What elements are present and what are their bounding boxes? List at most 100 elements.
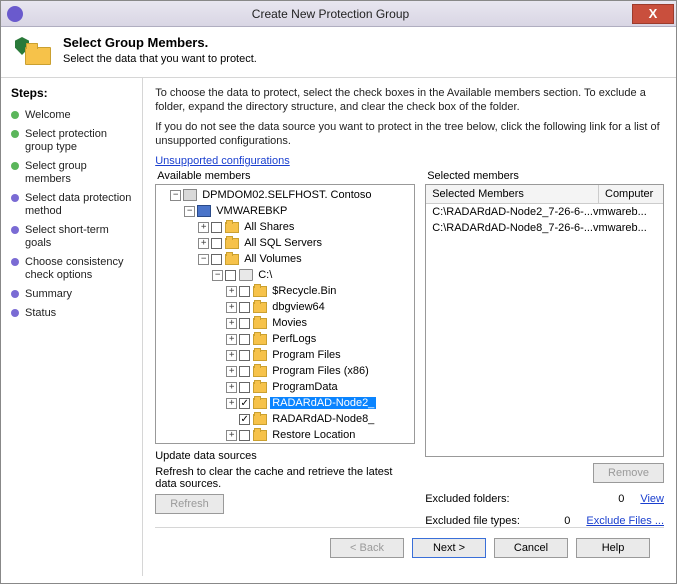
exclude-files-link[interactable]: Exclude Files ... bbox=[586, 515, 664, 527]
available-members-tree[interactable]: −DPMDOM02.SELFHOST. Contoso −VMWAREBKP +… bbox=[155, 184, 415, 444]
bullet-icon bbox=[11, 226, 19, 234]
tree-all-volumes[interactable]: −All Volumes bbox=[156, 251, 415, 267]
tree-folder-restore[interactable]: +Restore Location bbox=[156, 427, 415, 443]
expand-icon[interactable]: + bbox=[226, 286, 237, 297]
folder-icon bbox=[253, 350, 267, 361]
folder-icon bbox=[225, 222, 239, 233]
checkbox[interactable] bbox=[239, 430, 250, 441]
col-members[interactable]: Selected Members bbox=[426, 185, 599, 203]
steps-panel: Steps: Welcome Select protection group t… bbox=[1, 78, 143, 576]
page-title: Select Group Members. bbox=[63, 35, 257, 50]
checkbox[interactable] bbox=[211, 238, 222, 249]
view-excluded-link[interactable]: View bbox=[640, 493, 664, 505]
selected-row[interactable]: C:\RADARdAD-Node2_7-26-6-... vmwareb... bbox=[426, 204, 663, 220]
tree-drive-c[interactable]: −C:\ bbox=[156, 267, 415, 283]
folder-icon bbox=[253, 382, 267, 393]
unsupported-config-link[interactable]: Unsupported configurations bbox=[155, 155, 290, 167]
selected-row[interactable]: C:\RADARdAD-Node8_7-26-6-... vmwareb... bbox=[426, 220, 663, 236]
folder-icon bbox=[253, 318, 267, 329]
step-group-type[interactable]: Select protection group type bbox=[11, 125, 132, 157]
step-summary[interactable]: Summary bbox=[11, 285, 132, 304]
update-block: Update data sources Refresh to clear the… bbox=[155, 450, 415, 514]
tree-folder-node2[interactable]: +✓RADARdAD-Node2_ bbox=[156, 395, 415, 411]
tree-folder-perflogs[interactable]: +PerfLogs bbox=[156, 331, 415, 347]
help-button[interactable]: Help bbox=[576, 538, 650, 558]
tree-folder-node8[interactable]: ✓RADARdAD-Node8_ bbox=[156, 411, 415, 427]
collapse-icon[interactable]: − bbox=[198, 254, 209, 265]
available-members-label: Available members bbox=[157, 170, 415, 182]
excluded-folders-row: Excluded folders: 0 View bbox=[425, 493, 664, 505]
tree-folder-progfiles[interactable]: +Program Files bbox=[156, 347, 415, 363]
tree-all-sql[interactable]: +All SQL Servers bbox=[156, 235, 415, 251]
content-panel: To choose the data to protect, select th… bbox=[143, 78, 676, 576]
checkbox-checked[interactable]: ✓ bbox=[239, 414, 250, 425]
checkbox[interactable] bbox=[239, 382, 250, 393]
col-computer[interactable]: Computer bbox=[599, 185, 663, 203]
bullet-icon bbox=[11, 111, 19, 119]
wizard-header: Select Group Members. Select the data th… bbox=[1, 27, 676, 78]
step-short-term-goals[interactable]: Select short-term goals bbox=[11, 221, 132, 253]
tree-folder-progdata[interactable]: +ProgramData bbox=[156, 379, 415, 395]
bullet-icon bbox=[11, 130, 19, 138]
bullet-icon bbox=[11, 258, 19, 266]
step-protection-method[interactable]: Select data protection method bbox=[11, 189, 132, 221]
checkbox[interactable] bbox=[211, 222, 222, 233]
bullet-icon bbox=[11, 290, 19, 298]
expand-icon[interactable]: + bbox=[226, 366, 237, 377]
expand-icon[interactable]: + bbox=[226, 382, 237, 393]
header-icon bbox=[15, 37, 51, 67]
back-button[interactable]: < Back bbox=[330, 538, 404, 558]
checkbox[interactable] bbox=[239, 302, 250, 313]
checkbox[interactable] bbox=[239, 318, 250, 329]
folder-icon bbox=[253, 398, 267, 409]
window-title: Create New Protection Group bbox=[29, 7, 632, 21]
expand-icon[interactable]: + bbox=[226, 318, 237, 329]
excluded-types-row: Excluded file types: 0 Exclude Files ... bbox=[425, 515, 664, 527]
tree-host[interactable]: −VMWAREBKP bbox=[156, 203, 415, 219]
titlebar: Create New Protection Group X bbox=[1, 1, 676, 27]
checkbox[interactable] bbox=[239, 334, 250, 345]
step-welcome[interactable]: Welcome bbox=[11, 106, 132, 125]
expand-icon[interactable]: + bbox=[226, 302, 237, 313]
expand-icon[interactable]: + bbox=[226, 398, 237, 409]
tree-folder-dbgview[interactable]: +dbgview64 bbox=[156, 299, 415, 315]
remove-button[interactable]: Remove bbox=[593, 463, 664, 483]
expand-icon[interactable]: + bbox=[226, 334, 237, 345]
collapse-icon[interactable]: − bbox=[212, 270, 223, 281]
checkbox[interactable] bbox=[239, 286, 250, 297]
tree-folder-movies[interactable]: +Movies bbox=[156, 315, 415, 331]
expand-icon[interactable]: + bbox=[226, 350, 237, 361]
update-title: Update data sources bbox=[155, 450, 415, 462]
page-subtitle: Select the data that you want to protect… bbox=[63, 53, 257, 65]
intro-text-2: If you do not see the data source you wa… bbox=[155, 120, 664, 148]
tree-folder-shperf[interactable]: +shPerf-N bbox=[156, 443, 415, 444]
step-group-members[interactable]: Select group members bbox=[11, 157, 132, 189]
selected-header: Selected Members Computer bbox=[426, 185, 663, 204]
checkbox[interactable] bbox=[239, 350, 250, 361]
bullet-icon bbox=[11, 309, 19, 317]
tree-folder-progfiles86[interactable]: +Program Files (x86) bbox=[156, 363, 415, 379]
cancel-button[interactable]: Cancel bbox=[494, 538, 568, 558]
bullet-icon bbox=[11, 194, 19, 202]
tree-all-shares[interactable]: +All Shares bbox=[156, 219, 415, 235]
step-status[interactable]: Status bbox=[11, 304, 132, 323]
collapse-icon[interactable]: − bbox=[170, 190, 181, 201]
checkbox[interactable] bbox=[239, 366, 250, 377]
checkbox-checked[interactable]: ✓ bbox=[239, 398, 250, 409]
tree-root[interactable]: −DPMDOM02.SELFHOST. Contoso bbox=[156, 187, 415, 203]
collapse-icon[interactable]: − bbox=[184, 206, 195, 217]
checkbox[interactable] bbox=[225, 270, 236, 281]
selected-members-label: Selected members bbox=[427, 170, 664, 182]
expand-icon[interactable]: + bbox=[198, 222, 209, 233]
selected-members-list[interactable]: Selected Members Computer C:\RADARdAD-No… bbox=[425, 184, 664, 457]
next-button[interactable]: Next > bbox=[412, 538, 486, 558]
folder-icon bbox=[253, 286, 267, 297]
close-button[interactable]: X bbox=[632, 4, 674, 24]
folder-icon bbox=[25, 47, 51, 65]
expand-icon[interactable]: + bbox=[198, 238, 209, 249]
refresh-button[interactable]: Refresh bbox=[155, 494, 224, 514]
step-consistency-check[interactable]: Choose consistency check options bbox=[11, 253, 132, 285]
checkbox[interactable] bbox=[211, 254, 222, 265]
expand-icon[interactable]: + bbox=[226, 430, 237, 441]
tree-folder-recycle[interactable]: +$Recycle.Bin bbox=[156, 283, 415, 299]
